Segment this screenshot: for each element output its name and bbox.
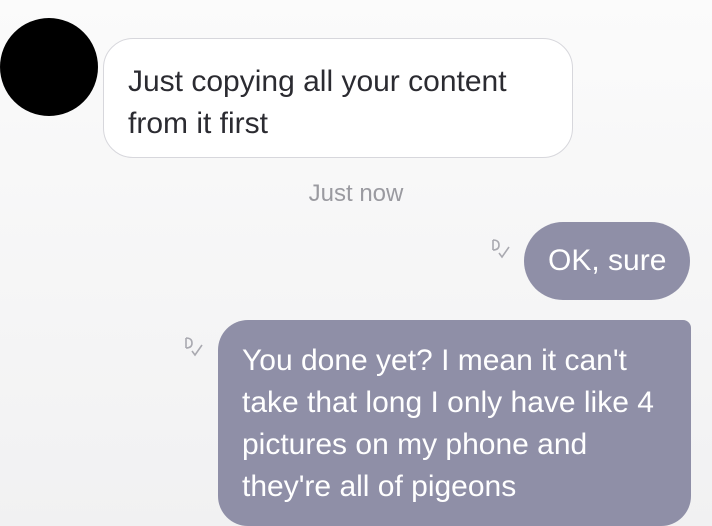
outgoing-message-text: You done yet? I mean it can't take that … [242, 344, 654, 503]
outgoing-message-bubble[interactable]: OK, sure [524, 222, 690, 300]
chat-window: Just copying all your content from it fi… [0, 0, 712, 526]
outgoing-message-text: OK, sure [548, 244, 667, 277]
incoming-message-bubble[interactable]: Just copying all your content from it fi… [103, 38, 573, 158]
delivered-icon [183, 336, 205, 358]
incoming-message-text: Just copying all your content from it fi… [128, 65, 507, 140]
outgoing-message-bubble[interactable]: You done yet? I mean it can't take that … [218, 320, 691, 526]
contact-avatar[interactable] [0, 18, 98, 116]
message-timestamp: Just now [308, 180, 404, 207]
delivered-icon [490, 238, 512, 260]
